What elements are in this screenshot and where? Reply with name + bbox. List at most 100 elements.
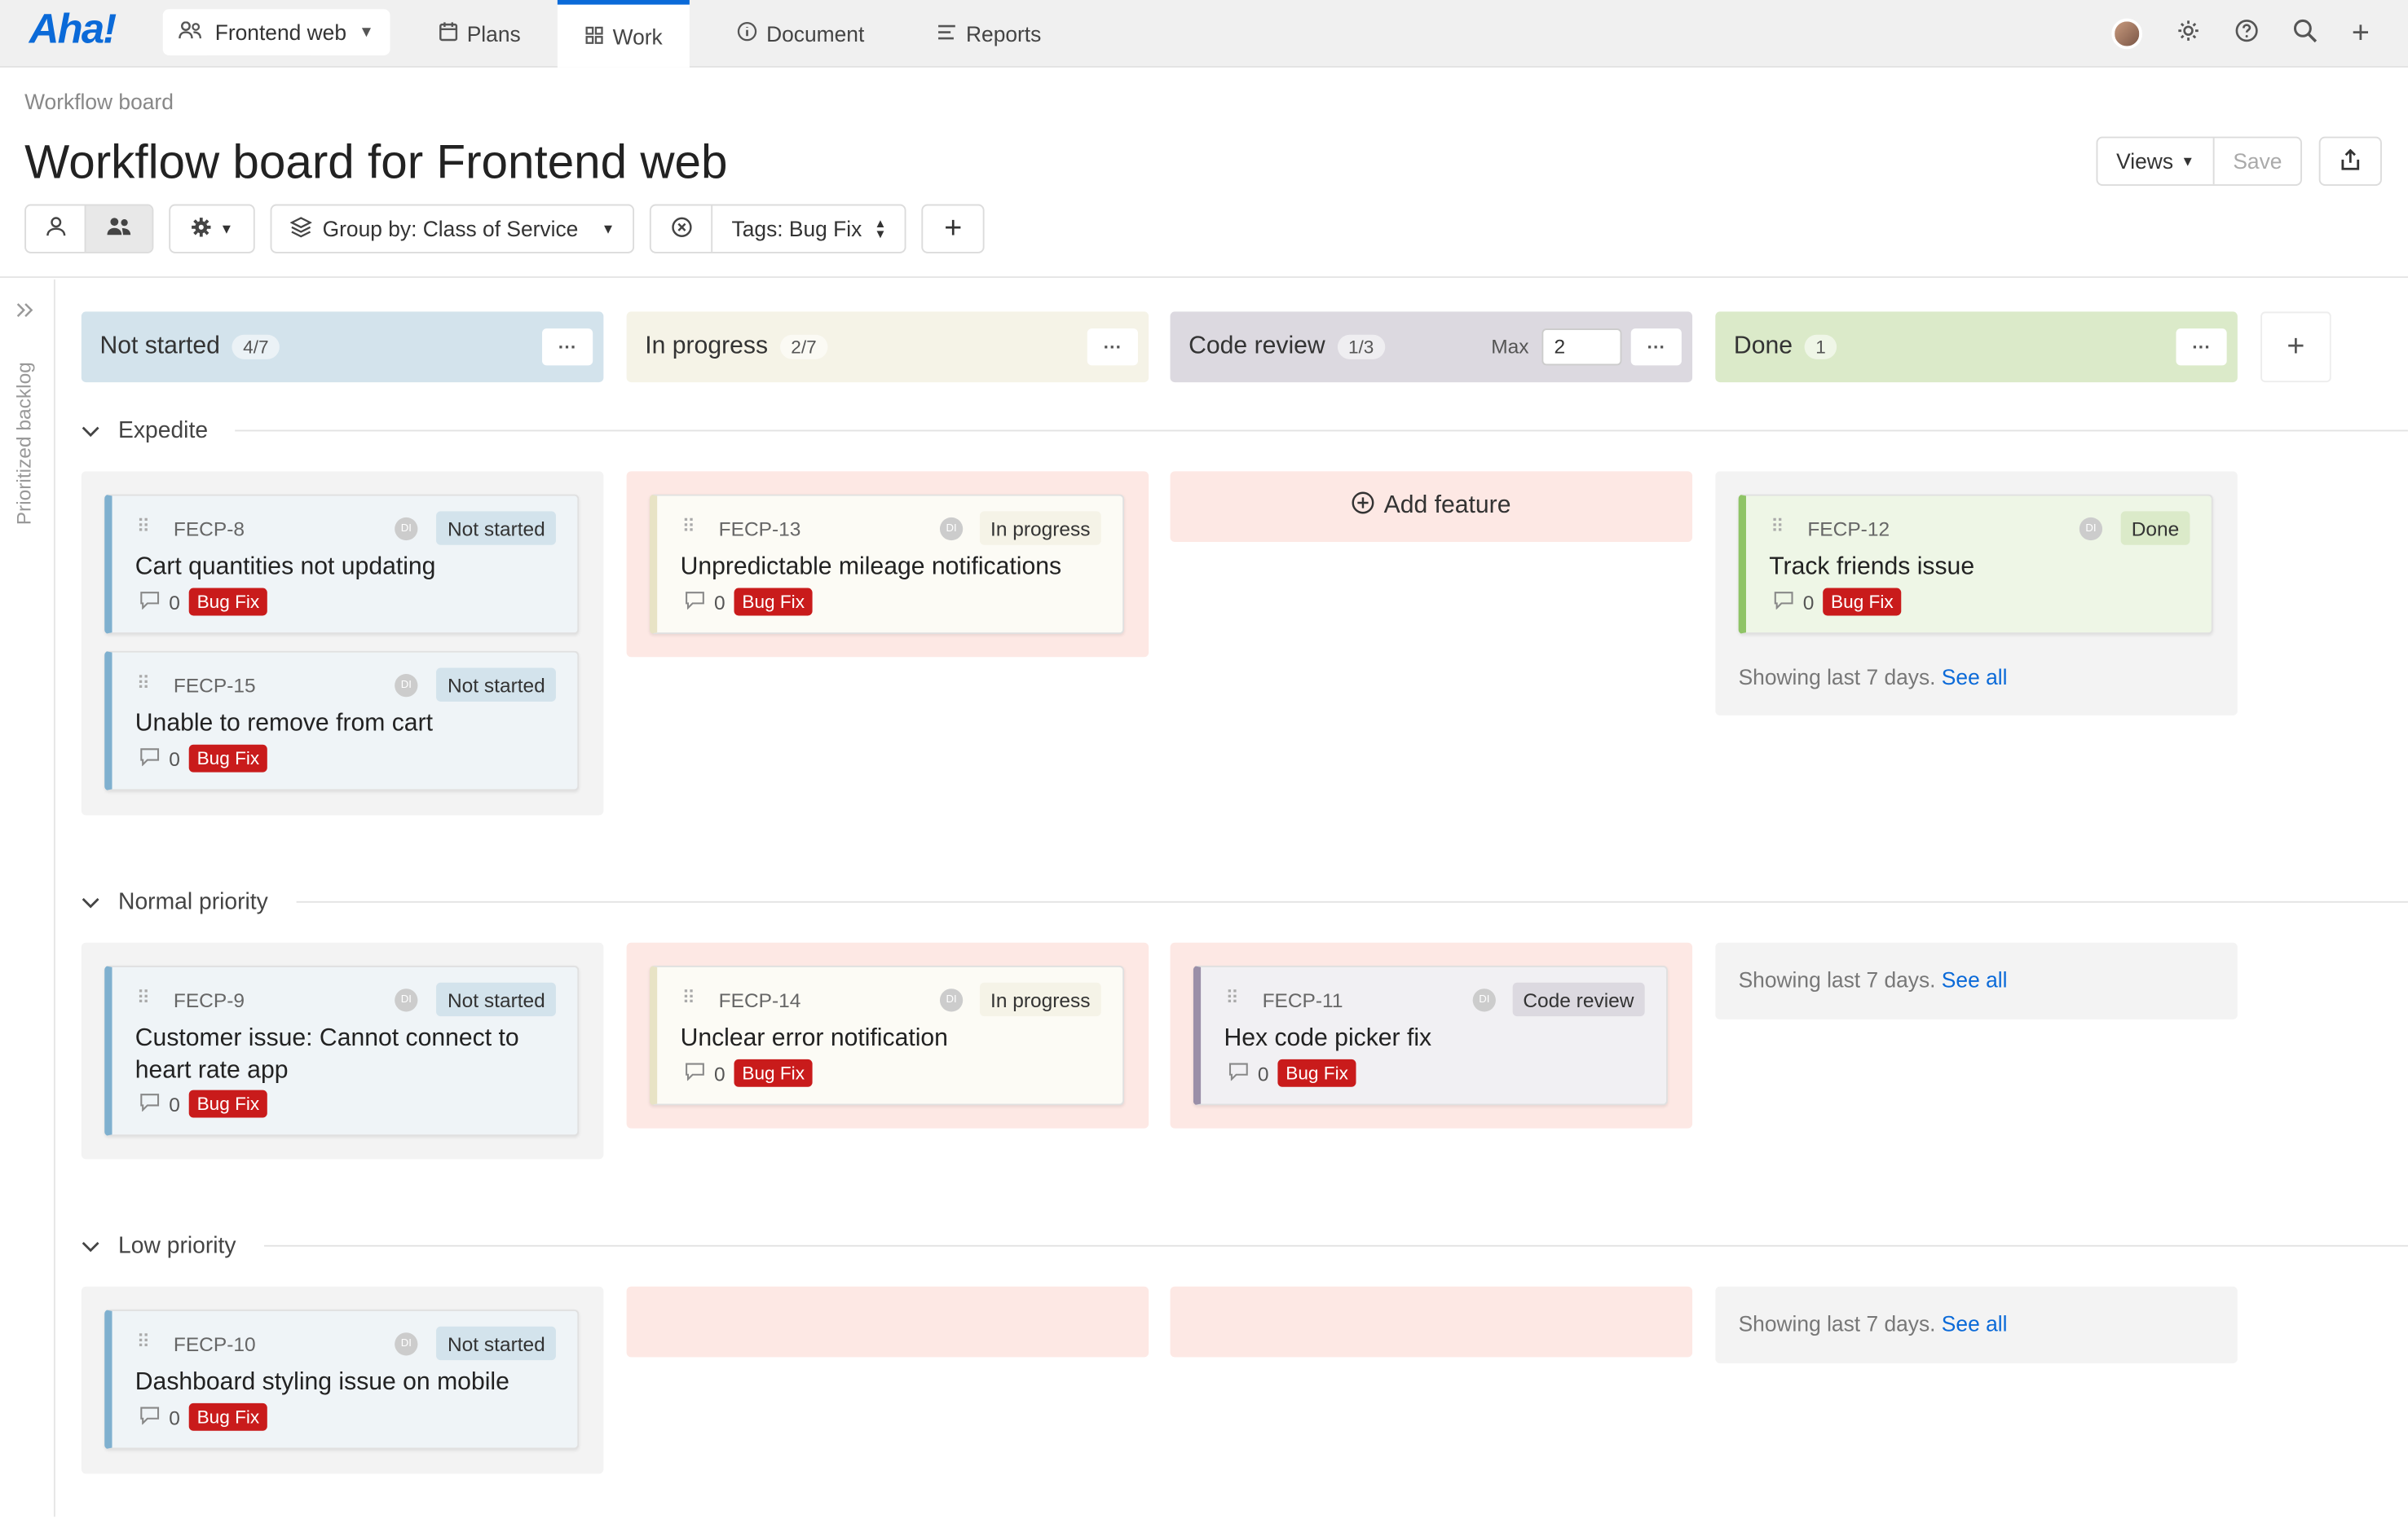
see-all-link[interactable]: See all xyxy=(1942,1311,2008,1336)
column-more-button[interactable]: ··· xyxy=(2176,328,2227,366)
gear-icon[interactable] xyxy=(2176,18,2201,51)
status-badge[interactable]: Code review xyxy=(1512,982,1645,1017)
status-badge[interactable]: In progress xyxy=(979,982,1101,1017)
drag-handle-icon[interactable]: ⠿ xyxy=(1771,516,1784,537)
views-button[interactable]: Views ▼ xyxy=(2098,138,2215,185)
tag-bug-fix[interactable]: Bug Fix xyxy=(1277,1059,1356,1087)
help-icon[interactable] xyxy=(2235,18,2260,51)
feature-card[interactable]: ⠿ FECP-12 DI Done Track friends issue 0 … xyxy=(1738,494,2213,635)
share-button[interactable] xyxy=(2318,136,2382,186)
page-header: Workflow board Workflow board for Fronte… xyxy=(0,67,2408,278)
tag-bug-fix[interactable]: Bug Fix xyxy=(189,744,267,773)
card-title[interactable]: Unable to remove from cart xyxy=(135,707,562,740)
add-filter-button[interactable]: + xyxy=(924,205,983,252)
workspace-selector[interactable]: Frontend web ▼ xyxy=(162,9,390,55)
team-view-button[interactable] xyxy=(84,205,152,252)
card-id[interactable]: FECP-8 xyxy=(174,517,245,540)
search-icon[interactable] xyxy=(2293,18,2318,51)
settings-button[interactable]: ▼ xyxy=(170,205,254,252)
tag-bug-fix[interactable]: Bug Fix xyxy=(189,588,267,616)
prioritized-backlog-sidebar[interactable]: Prioritized backlog xyxy=(0,279,55,1517)
tab-reports[interactable]: Reports xyxy=(909,0,1069,68)
card-id[interactable]: FECP-11 xyxy=(1263,988,1343,1011)
column-more-button[interactable]: ··· xyxy=(1087,328,1138,366)
chevron-down-icon xyxy=(82,888,100,914)
group-by-dropdown[interactable]: Group by: Class of Service ▼ xyxy=(270,204,635,253)
tag-bug-fix[interactable]: Bug Fix xyxy=(1823,588,1902,616)
card-id[interactable]: FECP-14 xyxy=(719,988,801,1011)
feature-card[interactable]: ⠿ FECP-8 DI Not started Cart quantities … xyxy=(104,494,580,635)
tab-work[interactable]: Work xyxy=(557,0,690,68)
card-title[interactable]: Dashboard styling issue on mobile xyxy=(135,1367,562,1399)
wip-max-input[interactable]: 2 xyxy=(1541,328,1622,366)
feature-card[interactable]: ⠿ FECP-15 DI Not started Unable to remov… xyxy=(104,650,580,791)
card-id[interactable]: FECP-10 xyxy=(174,1332,256,1355)
drag-handle-icon[interactable]: ⠿ xyxy=(137,672,150,693)
drag-handle-icon[interactable]: ⠿ xyxy=(137,987,150,1008)
feature-card[interactable]: ⠿ FECP-10 DI Not started Dashboard styli… xyxy=(104,1309,580,1450)
drag-handle-icon[interactable]: ⠿ xyxy=(137,1331,150,1352)
card-id[interactable]: FECP-13 xyxy=(719,517,801,540)
card-footer: 0 Bug Fix xyxy=(685,588,813,616)
drag-handle-icon[interactable]: ⠿ xyxy=(681,987,695,1008)
plus-circle-icon xyxy=(1352,491,1374,522)
feature-card[interactable]: ⠿ FECP-11 DI Code review Hex code picker… xyxy=(1193,965,1668,1106)
add-column-button[interactable]: + xyxy=(2260,311,2331,383)
card-id[interactable]: FECP-9 xyxy=(174,988,245,1011)
drag-handle-icon[interactable]: ⠿ xyxy=(681,516,695,537)
card-title[interactable]: Hex code picker fix xyxy=(1224,1023,1651,1055)
column-more-button[interactable]: ··· xyxy=(1630,328,1682,366)
tab-document[interactable]: Document xyxy=(709,0,892,68)
feature-card[interactable]: ⠿ FECP-13 DI In progress Unpredictable m… xyxy=(649,494,1125,635)
see-all-link[interactable]: See all xyxy=(1942,665,2008,689)
tags-filter-button[interactable]: Tags: Bug Fix ▲ ▼ xyxy=(712,205,905,252)
status-badge[interactable]: Not started xyxy=(436,511,556,545)
cell-low-code-review[interactable] xyxy=(1170,1286,1693,1358)
card-title[interactable]: Cart quantities not updating xyxy=(135,551,562,583)
cell-low-in-progress[interactable] xyxy=(626,1286,1149,1358)
aha-logo[interactable]: Aha! xyxy=(29,7,117,54)
card-title[interactable]: Customer issue: Cannot connect to heart … xyxy=(135,1023,562,1087)
card-id[interactable]: FECP-15 xyxy=(174,674,256,697)
card-title[interactable]: Unclear error notification xyxy=(681,1023,1108,1055)
calendar-icon xyxy=(439,21,458,46)
single-user-button[interactable] xyxy=(26,205,85,252)
settings-dropdown[interactable]: ▼ xyxy=(169,204,255,253)
status-badge[interactable]: Not started xyxy=(436,667,556,702)
status-badge[interactable]: Not started xyxy=(436,1326,556,1361)
plus-icon[interactable]: + xyxy=(2352,16,2370,51)
card-id[interactable]: FECP-12 xyxy=(1807,517,1890,540)
tab-plans[interactable]: Plans xyxy=(412,0,549,68)
swimlane-normal-priority[interactable]: Normal priority xyxy=(82,881,2408,921)
status-badge[interactable]: Not started xyxy=(436,982,556,1017)
sidebar-label: Prioritized backlog xyxy=(12,362,36,526)
card-title[interactable]: Track friends issue xyxy=(1769,551,2196,583)
status-badge[interactable]: Done xyxy=(2120,511,2190,545)
user-avatar[interactable] xyxy=(2111,18,2143,50)
swimlane-expedite[interactable]: Expedite xyxy=(82,410,2408,450)
swimlane-divider xyxy=(235,429,2408,431)
swimlane-low-priority[interactable]: Low priority xyxy=(82,1225,2408,1265)
double-chevron-right-icon[interactable] xyxy=(15,301,34,324)
see-all-link[interactable]: See all xyxy=(1942,967,2008,992)
feature-card[interactable]: ⠿ FECP-14 DI In progress Unclear error n… xyxy=(649,965,1125,1106)
tag-bug-fix[interactable]: Bug Fix xyxy=(734,588,813,616)
column-more-button[interactable]: ··· xyxy=(542,328,593,366)
tag-bug-fix[interactable]: Bug Fix xyxy=(734,1059,813,1087)
tag-bug-fix[interactable]: Bug Fix xyxy=(189,1402,267,1431)
save-button[interactable]: Save xyxy=(2215,139,2300,185)
tag-bug-fix[interactable]: Bug Fix xyxy=(189,1090,267,1118)
add-feature-button[interactable]: Add feature xyxy=(1170,471,1693,543)
drag-handle-icon[interactable]: ⠿ xyxy=(137,516,150,537)
breadcrumb[interactable]: Workflow board xyxy=(24,89,174,113)
status-badge[interactable]: In progress xyxy=(979,511,1101,545)
drag-handle-icon[interactable]: ⠿ xyxy=(1225,987,1238,1008)
group-by-button[interactable]: Group by: Class of Service ▼ xyxy=(271,205,633,252)
feature-card[interactable]: ⠿ FECP-9 DI Not started Customer issue: … xyxy=(104,965,580,1137)
nav-right-icons: + xyxy=(2111,0,2370,68)
chevron-down-icon xyxy=(82,1232,100,1258)
chevron-down-icon xyxy=(82,416,100,442)
gear-icon xyxy=(191,216,212,242)
card-title[interactable]: Unpredictable mileage notifications xyxy=(681,551,1108,583)
clear-filter-button[interactable] xyxy=(652,205,712,252)
